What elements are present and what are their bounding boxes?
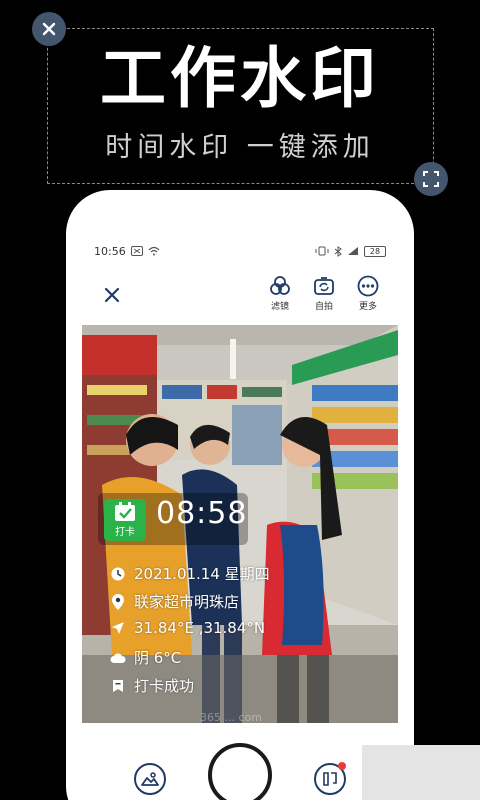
signal-icon xyxy=(348,247,358,255)
gallery-button[interactable] xyxy=(134,763,166,795)
photo-caption-text: 365 ... com xyxy=(200,711,262,723)
camera-controls xyxy=(82,723,398,800)
phone-screen: 10:56 28 滤镜 自拍 更多 365 ... com 打卡 08:58 2… xyxy=(82,237,398,800)
filter-icon xyxy=(270,276,290,295)
camera-viewfinder[interactable]: 365 ... com 打卡 08:58 2021.01.14 星期四 联家超市… xyxy=(82,325,398,723)
close-camera-button[interactable] xyxy=(100,283,124,307)
stamp-icon xyxy=(323,772,337,786)
watermark-date-row: 2021.01.14 星期四 xyxy=(110,563,270,584)
checkin-badge-label: 打卡 xyxy=(115,527,135,538)
watermark-status-row: 打卡成功 xyxy=(110,675,194,696)
watermark-coordinates: 31.84°E ,31.84°N xyxy=(134,619,266,637)
close-icon xyxy=(104,287,120,303)
more-button[interactable]: 更多 xyxy=(348,275,388,312)
watermark-weather-row: 阴 6°C xyxy=(110,647,181,668)
filter-button[interactable]: 滤镜 xyxy=(260,275,300,312)
gallery-icon xyxy=(141,772,159,786)
clock-icon xyxy=(111,567,125,580)
more-icon xyxy=(357,275,379,297)
watermark-location-row: 联家超市明珠店 xyxy=(110,591,239,612)
location-pin-icon xyxy=(112,593,124,610)
selfie-label: 自拍 xyxy=(314,302,333,312)
watermark-stamp-button[interactable] xyxy=(314,762,346,795)
promo-subline: 时间水印 一键添加 xyxy=(105,132,375,163)
navigation-arrow-icon xyxy=(112,622,124,634)
promo-headline: 工作水印 xyxy=(100,40,380,117)
watermark-date: 2021.01.14 星期四 xyxy=(134,565,270,583)
switch-camera-icon xyxy=(314,277,334,295)
more-label: 更多 xyxy=(358,302,377,312)
resize-icon xyxy=(423,171,439,187)
status-time: 10:56 xyxy=(94,244,126,258)
cloud-icon xyxy=(110,653,126,663)
camera-toolbar: 滤镜 自拍 更多 xyxy=(82,265,398,325)
status-bar: 10:56 28 xyxy=(82,237,398,265)
close-icon xyxy=(42,22,56,36)
watermark-time: 08:58 xyxy=(156,496,248,531)
bluetooth-icon xyxy=(334,245,342,257)
watermark-coordinates-row: 31.84°E ,31.84°N xyxy=(110,619,265,637)
corner-placeholder xyxy=(362,745,480,800)
filter-label: 滤镜 xyxy=(270,302,289,312)
shutter-button[interactable] xyxy=(208,743,272,800)
watermark-status: 打卡成功 xyxy=(134,677,195,695)
notification-icon xyxy=(130,246,143,256)
vibrate-icon xyxy=(315,246,329,256)
frame-close-button[interactable] xyxy=(32,12,66,46)
selfie-button[interactable]: 自拍 xyxy=(304,275,344,312)
notification-dot xyxy=(338,762,346,770)
watermark-weather: 阴 6°C xyxy=(134,649,182,667)
checkin-badge: 打卡 xyxy=(104,499,146,541)
calendar-check-icon xyxy=(115,502,135,521)
watermark-location: 联家超市明珠店 xyxy=(134,593,240,611)
wifi-status-icon xyxy=(148,246,160,256)
bookmark-icon xyxy=(113,679,123,692)
watermark-header: 打卡 08:58 xyxy=(98,493,248,545)
frame-resize-handle[interactable] xyxy=(414,162,448,196)
battery-indicator: 28 xyxy=(364,245,386,257)
